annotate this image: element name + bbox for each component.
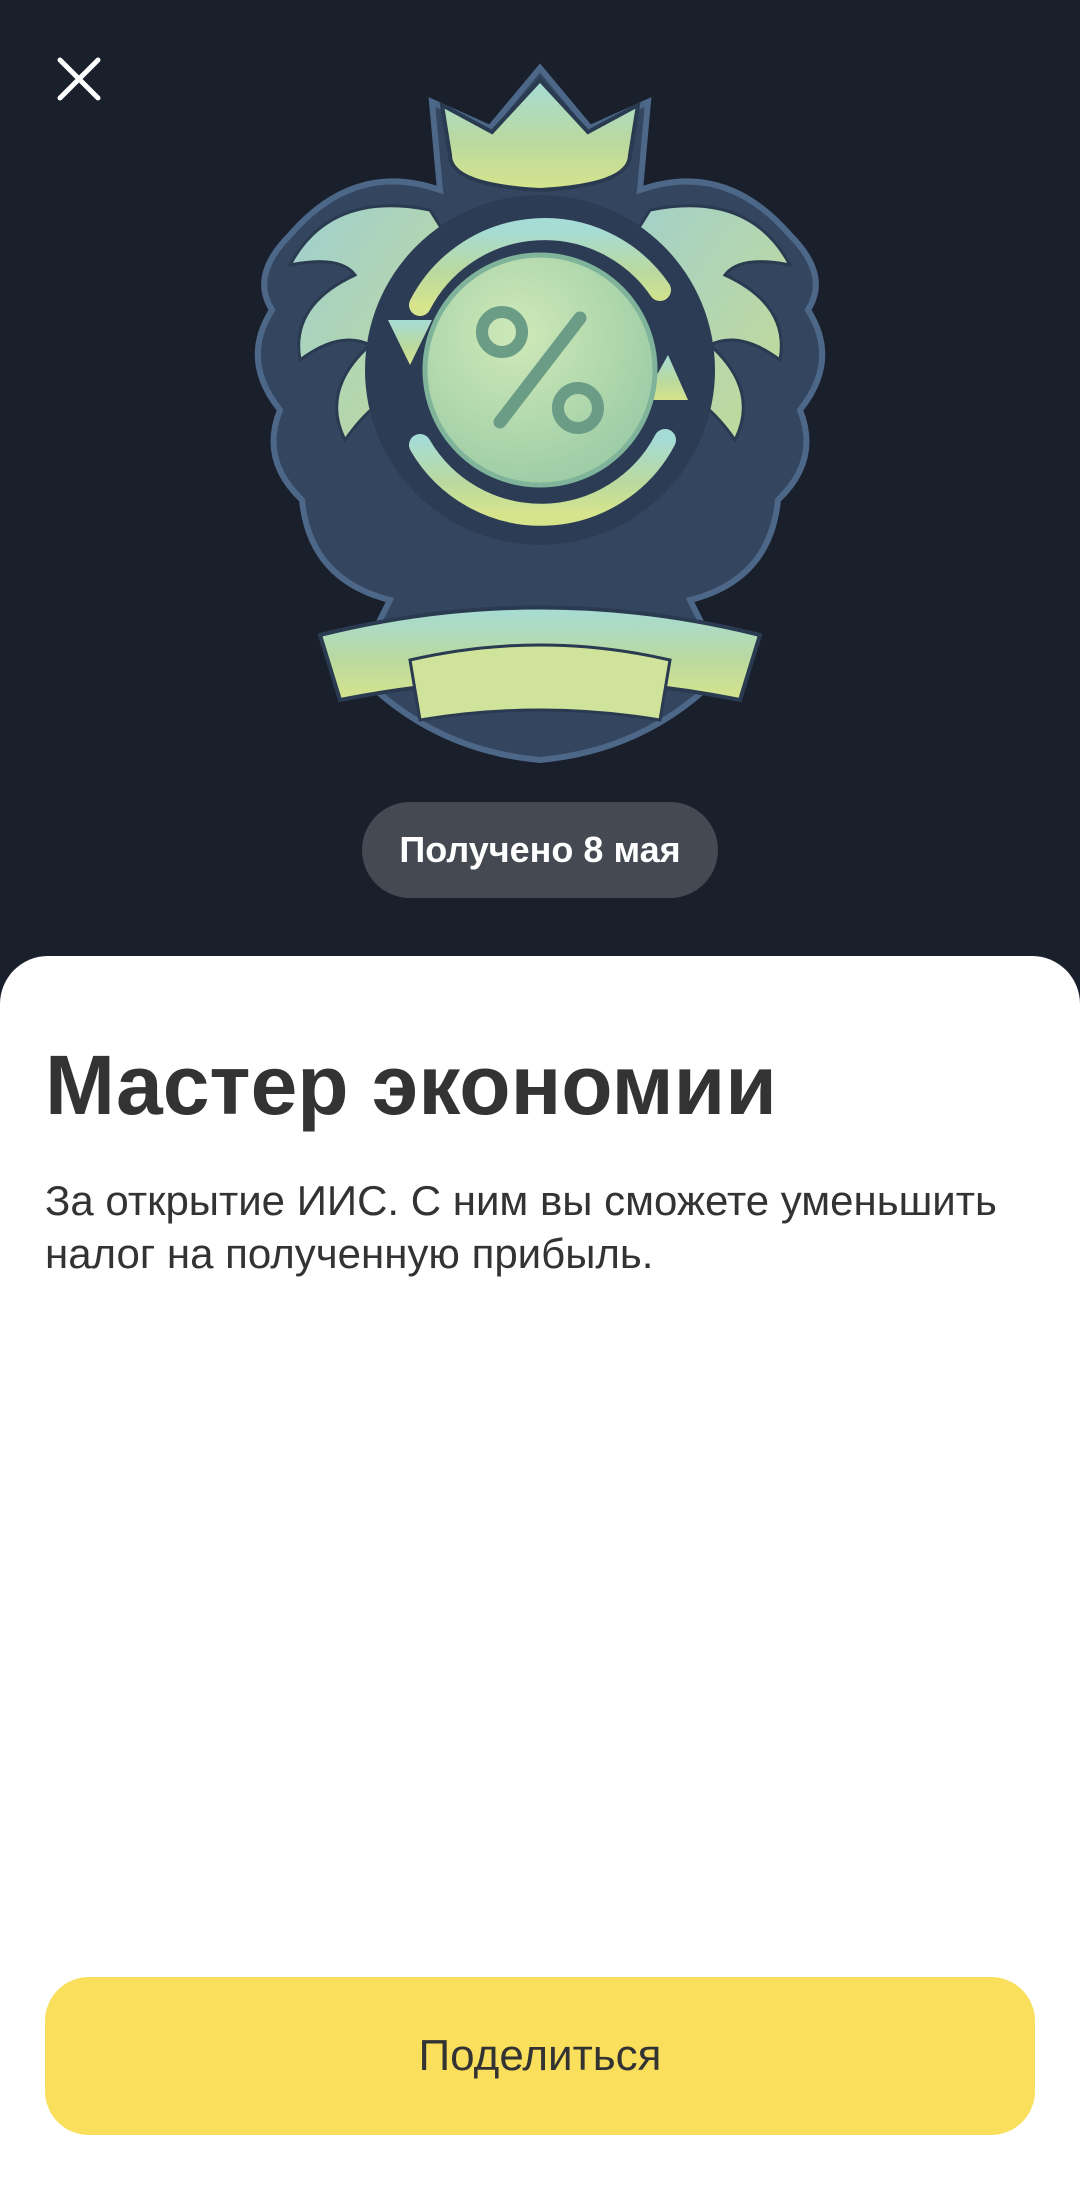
received-date-badge: Получено 8 мая (362, 802, 718, 898)
achievement-screen: Получено 8 мая Мастер экономии За открыт… (0, 0, 1080, 2201)
close-button[interactable] (48, 48, 110, 110)
close-icon (57, 57, 101, 101)
share-button[interactable]: Поделиться (45, 1977, 1035, 2135)
achievement-description: За открытие ИИС. С ним вы сможете уменьш… (45, 1177, 997, 1277)
percent-crest-icon (254, 63, 826, 764)
achievement-title: Мастер экономии (45, 1038, 777, 1132)
